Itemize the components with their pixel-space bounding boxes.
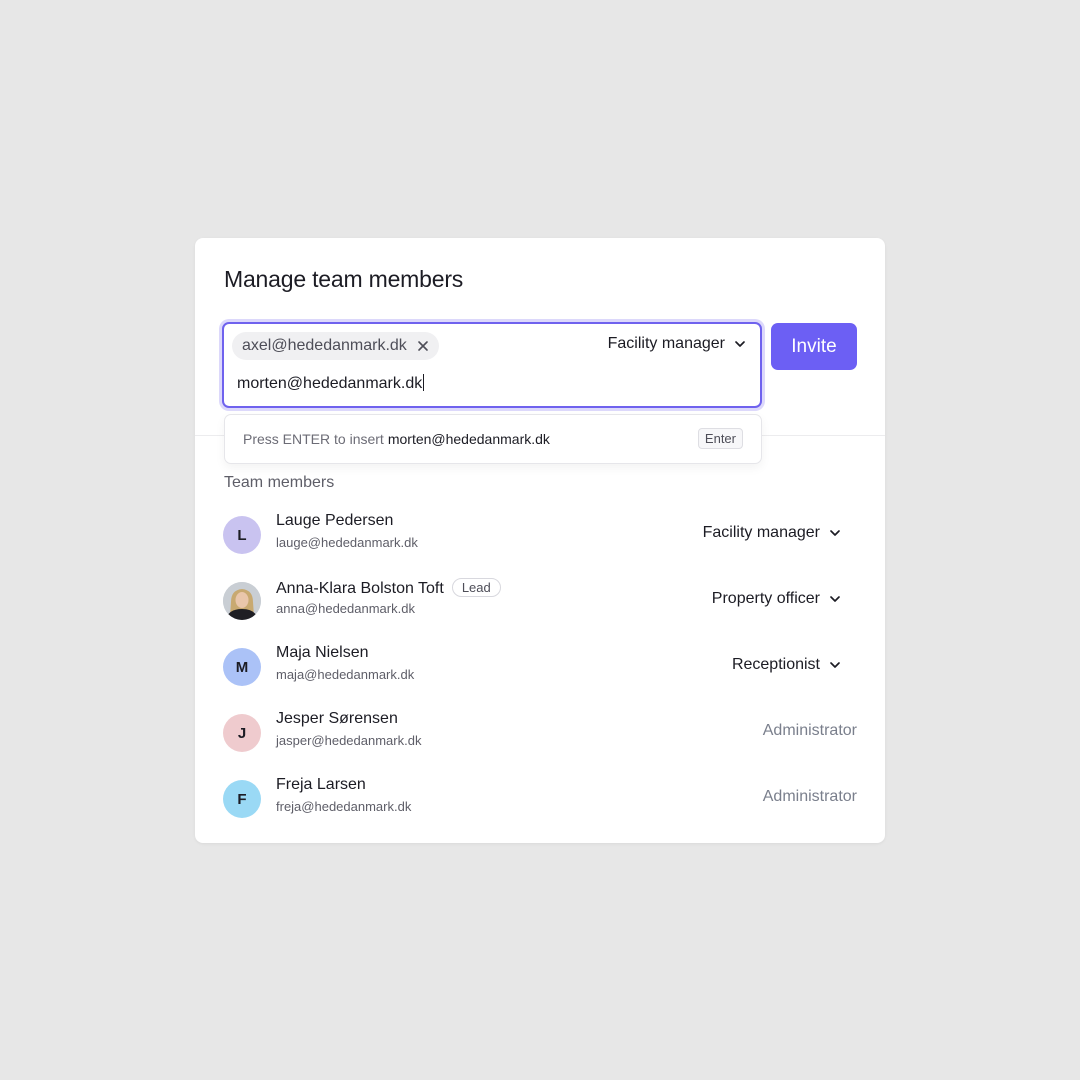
email-chip: axel@hededanmark.dk xyxy=(232,332,439,360)
member-role-static: Administrator xyxy=(762,788,857,805)
member-role-dropdown[interactable]: Property officer xyxy=(712,590,841,608)
member-name: Anna-Klara Bolston Toft xyxy=(276,580,444,597)
enter-key-hint: Enter xyxy=(697,428,743,449)
member-name: Lauge Pedersen xyxy=(276,512,394,529)
member-name: Freja Larsen xyxy=(276,776,366,793)
member-role-label: Receptionist xyxy=(731,656,820,673)
member-email: lauge@hededanmark.dk xyxy=(276,535,418,550)
suggestion-prefix: Press ENTER to insert xyxy=(243,431,384,447)
avatar: F xyxy=(223,780,261,818)
member-email: freja@hededanmark.dk xyxy=(276,799,412,814)
member-role-label: Facility manager xyxy=(702,524,820,541)
manage-team-dialog: Manage team members axel@hededanmark.dk … xyxy=(195,238,885,843)
member-role-dropdown[interactable]: Receptionist xyxy=(732,656,841,674)
insert-suggestion[interactable]: Press ENTER to insert morten@hededanmark… xyxy=(224,414,762,464)
team-member-row: M Maja Nielsen maja@hededanmark.dk Recep… xyxy=(223,642,857,692)
member-email: anna@hededanmark.dk xyxy=(276,601,415,616)
email-chip-label: axel@hededanmark.dk xyxy=(242,337,407,354)
team-member-row: F Freja Larsen freja@hededanmark.dk Admi… xyxy=(223,774,857,824)
avatar: J xyxy=(223,714,261,752)
member-role-label: Property officer xyxy=(711,590,820,607)
member-email: jasper@hededanmark.dk xyxy=(276,733,422,748)
avatar-photo xyxy=(223,582,261,620)
chevron-down-icon xyxy=(830,596,840,602)
text-caret xyxy=(423,374,425,391)
invite-role-label: Facility manager xyxy=(607,335,725,352)
invite-button[interactable]: Invite xyxy=(771,323,857,370)
invite-typed-text[interactable]: morten@hededanmark.dk xyxy=(237,374,425,393)
member-name: Maja Nielsen xyxy=(276,644,369,661)
team-member-row: L Lauge Pedersen lauge@hededanmark.dk Fa… xyxy=(223,510,857,560)
team-member-row: Anna-Klara Bolston Toft Lead anna@hededan… xyxy=(223,576,857,626)
chevron-down-icon xyxy=(735,341,745,347)
team-members-label: Team members xyxy=(224,474,335,491)
avatar: M xyxy=(223,648,261,686)
member-role-static: Administrator xyxy=(762,722,857,739)
chevron-down-icon xyxy=(830,662,840,668)
remove-chip-icon[interactable] xyxy=(415,338,431,354)
suggestion-email: morten@hededanmark.dk xyxy=(387,431,550,447)
lead-badge: Lead xyxy=(451,578,501,597)
avatar: L xyxy=(223,516,261,554)
team-member-row: J Jesper Sørensen jasper@hededanmark.dk … xyxy=(223,708,857,758)
member-name: Jesper Sørensen xyxy=(276,710,398,727)
invite-role-dropdown[interactable]: Facility manager xyxy=(608,335,746,353)
member-name-wrap: Anna-Klara Bolston Toft Lead xyxy=(276,578,501,598)
chevron-down-icon xyxy=(830,530,840,536)
dialog-title: Manage team members xyxy=(224,266,464,292)
invite-email-input[interactable]: axel@hededanmark.dk Facility manager mor… xyxy=(222,322,762,408)
member-role-dropdown[interactable]: Facility manager xyxy=(703,524,841,542)
member-email: maja@hededanmark.dk xyxy=(276,667,415,682)
